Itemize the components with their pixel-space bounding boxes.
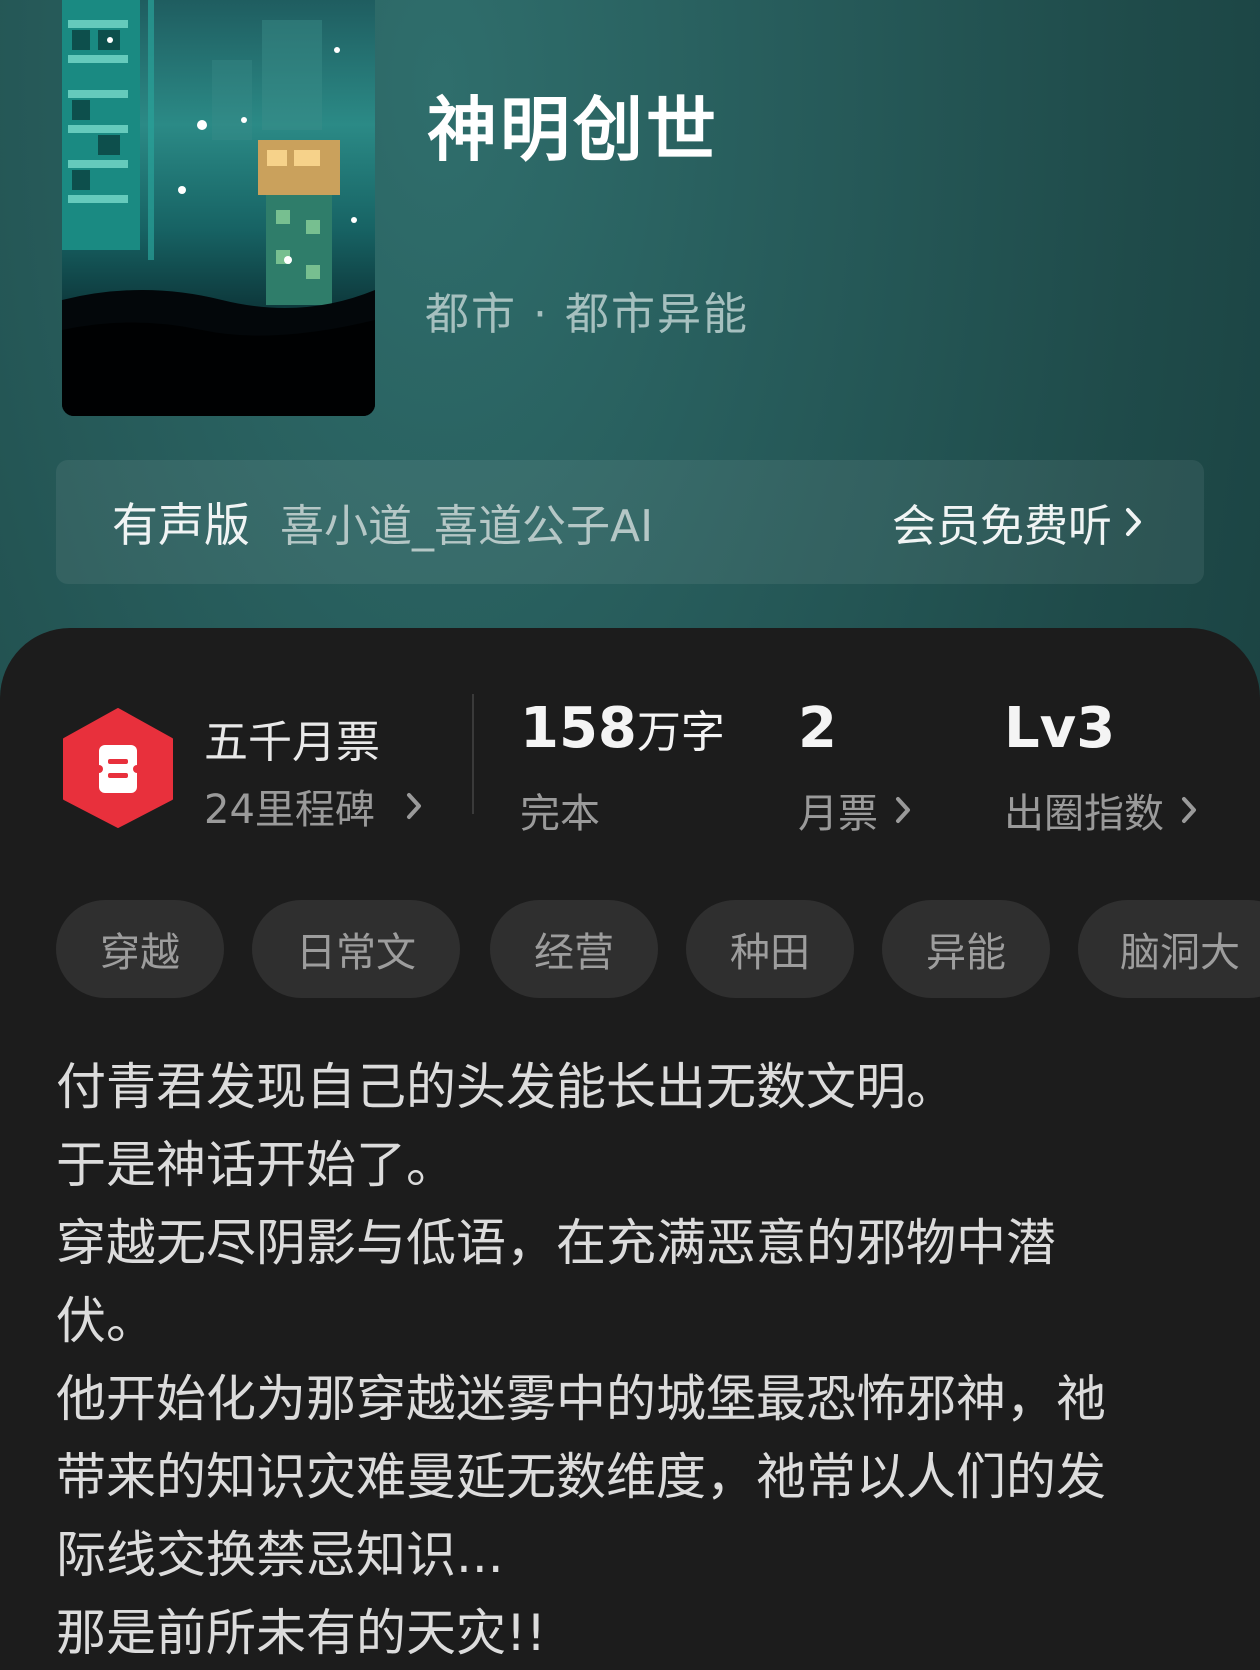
description-line: 带来的知识灾难曼延无数维度，祂常以人们的发 [56, 1448, 1106, 1506]
tag-chip[interactable]: 种田 [686, 900, 854, 998]
description-line: 他开始化为那穿越迷雾中的城堡最恐怖邪神，祂 [56, 1370, 1106, 1428]
description-line: 穿越无尽阴影与低语，在充满恶意的邪物中潜 [56, 1214, 1056, 1272]
chevron-right-icon [896, 797, 910, 823]
popularity-index-label: 出圈指数 [1004, 791, 1164, 837]
tag-chip[interactable]: 日常文 [252, 900, 460, 998]
audio-narrator: 喜小道_喜道公子AI [280, 501, 654, 552]
member-free-listen-link[interactable]: 会员免费听 [892, 460, 1144, 584]
book-title: 神明创世 [427, 89, 719, 171]
description-line: 于是神话开始了。 [56, 1136, 456, 1194]
tag-chip[interactable]: 异能 [882, 900, 1050, 998]
book-category[interactable]: 都市 · 都市异能 [425, 278, 749, 342]
word-count: 158万字 [520, 696, 725, 761]
member-free-listen-label: 会员免费听 [892, 501, 1112, 552]
milestone-link[interactable]: 24里程碑 [204, 777, 423, 835]
description-line: 伏。 [56, 1292, 156, 1350]
description-line: 际线交换禁忌知识... [56, 1526, 504, 1584]
popularity-index-link[interactable]: 出圈指数 [1004, 781, 1198, 839]
ticket-badge-icon[interactable] [62, 707, 174, 829]
chevron-right-icon [1182, 797, 1196, 823]
chevron-right-icon [406, 793, 421, 819]
tag-chip[interactable]: 穿越 [56, 900, 224, 998]
tag-list: 穿越 日常文 经营 种田 异能 脑洞大 [56, 900, 1260, 1000]
tag-chip[interactable]: 脑洞大 [1078, 900, 1260, 998]
book-detail-page: 神明创世 都市 · 都市异能 有声版 喜小道_喜道公子AI 会员免费听 五千月票… [0, 0, 1260, 1670]
word-count-value: 158 [520, 696, 637, 761]
word-count-unit: 万字 [636, 707, 725, 758]
description-line: 付青君发现自己的头发能长出无数文明。 [56, 1058, 956, 1116]
milestone-count: 24里程碑 [204, 787, 375, 833]
monthly-ticket-count: 2 [798, 696, 837, 761]
popularity-level: Lv3 [1004, 696, 1116, 761]
tag-chip[interactable]: 经营 [490, 900, 658, 998]
book-description[interactable]: 付青君发现自己的头发能长出无数文明。 于是神话开始了。 穿越无尽阴影与低语，在充… [56, 1048, 1176, 1670]
milestone-name[interactable]: 五千月票 [204, 706, 380, 770]
stat-divider [472, 694, 474, 814]
monthly-ticket-label: 月票 [798, 791, 878, 837]
audio-version-bar[interactable]: 有声版 喜小道_喜道公子AI 会员免费听 [56, 460, 1204, 584]
completion-status: 完本 [520, 791, 600, 837]
description-line: 那是前所未有的天灾!! [56, 1604, 547, 1662]
book-cover-image[interactable] [62, 0, 375, 416]
chevron-right-icon [1126, 508, 1141, 536]
monthly-ticket-link[interactable]: 月票 [798, 781, 912, 839]
audio-version-label: 有声版 [112, 498, 250, 552]
